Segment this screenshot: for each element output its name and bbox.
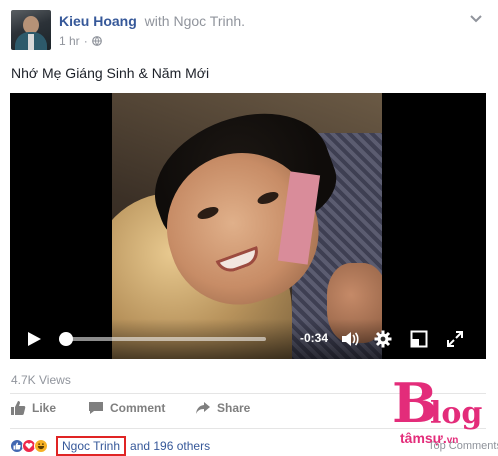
watermark-letters-log: log: [430, 396, 483, 431]
volume-icon[interactable]: [341, 330, 359, 348]
post-header: Kieu Hoang with Ngoc Trinh. 1 hr ·: [11, 10, 487, 52]
globe-icon: [91, 36, 102, 46]
watermark-site: tâmsự.vn: [400, 430, 459, 446]
comment-button[interactable]: Comment: [88, 400, 165, 416]
post-time[interactable]: 1 hr: [59, 34, 80, 48]
gear-icon[interactable]: [374, 330, 392, 348]
time-remaining: -0:34: [300, 331, 329, 345]
share-button[interactable]: Share: [195, 400, 250, 416]
author-line: Kieu Hoang with Ngoc Trinh.: [59, 13, 245, 29]
fullscreen-icon[interactable]: [446, 330, 464, 348]
scrubber-handle[interactable]: [59, 332, 74, 346]
blog-watermark: B log tâmsự.vn: [386, 376, 490, 454]
author-avatar[interactable]: [11, 10, 51, 50]
with-text: with: [144, 13, 170, 29]
video-player[interactable]: -0:34: [10, 93, 486, 359]
reactions-summary[interactable]: Ngoc Trinh and 196 others: [10, 436, 210, 456]
quality-icon[interactable]: [410, 330, 428, 348]
other-reactors-link[interactable]: and 196 others: [130, 439, 210, 453]
video-controls: -0:34: [10, 319, 486, 359]
author-name-link[interactable]: Kieu Hoang: [59, 13, 137, 29]
haha-icon: [34, 439, 48, 453]
comment-icon: [89, 402, 103, 414]
video-scrubber[interactable]: [59, 332, 266, 346]
post-meta: 1 hr ·: [59, 34, 102, 48]
first-reactor-link[interactable]: Ngoc Trinh: [56, 436, 127, 456]
view-count: 4.7K Views: [11, 373, 71, 387]
like-label: Like: [32, 401, 57, 415]
tagged-user-link[interactable]: Ngoc Trinh.: [173, 13, 245, 29]
comment-label: Comment: [110, 401, 166, 415]
play-icon[interactable]: [26, 331, 42, 347]
thumbs-up-icon: [11, 401, 26, 415]
like-button[interactable]: Like: [10, 400, 56, 416]
post-text: Nhớ Mẹ Giáng Sinh & Năm Mới: [11, 65, 210, 81]
share-icon: [196, 402, 210, 414]
share-label: Share: [217, 401, 251, 415]
chevron-down-icon[interactable]: [469, 14, 483, 24]
